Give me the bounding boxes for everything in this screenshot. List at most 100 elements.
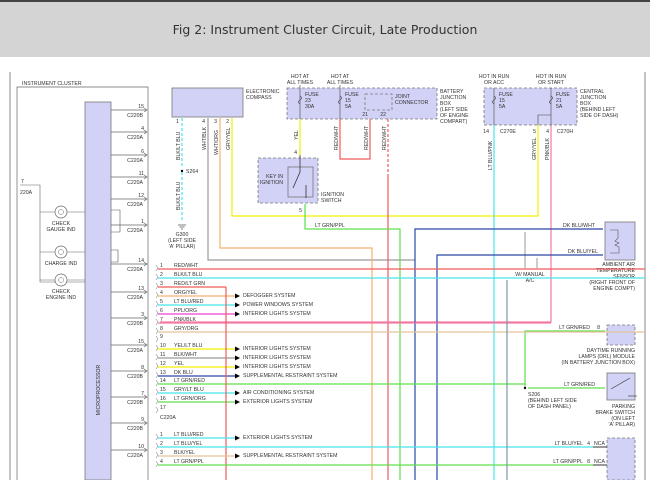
- joint-pin-number: 22: [380, 112, 386, 118]
- cluster-connector-label: C220A: [127, 453, 143, 459]
- cluster-connector-label: C220B: [127, 400, 143, 406]
- cluster-pin-number: 14: [138, 258, 144, 264]
- connector-cavity-icon: [155, 300, 159, 308]
- instrument-cluster-outline: [16, 86, 149, 480]
- connector-pin-number: 4: [160, 459, 163, 465]
- connector-cavity-icon: [155, 397, 159, 405]
- wire-label: LT BLU/YEL: [555, 441, 583, 447]
- ground-icon: [178, 224, 186, 230]
- central-pin-number: 4: [546, 129, 549, 135]
- joint-connector-label: CONNECTOR: [395, 100, 429, 106]
- nca-label: NCA: [594, 459, 605, 465]
- destination-label: INTERIOR LIGHTS SYSTEM: [243, 364, 311, 370]
- compass-pin-number: 2: [226, 119, 229, 125]
- arrow-icon: [235, 453, 240, 459]
- compass-pin-number: 1: [176, 119, 179, 125]
- electronic-compass-box: [171, 87, 244, 118]
- connector-cavity-icon: [155, 442, 159, 450]
- connector-cavity-icon: [155, 451, 159, 459]
- connector-cavity-icon: [155, 273, 159, 281]
- lamp-bus-wire: [20, 184, 85, 283]
- wire-label: LT GRN/PPL: [174, 459, 204, 465]
- cluster-connector-label: C220A: [127, 348, 143, 354]
- connector-pin-number: 2: [160, 272, 163, 278]
- ignition-switch-contact: [287, 166, 314, 198]
- connector-pin-number: 9: [160, 334, 163, 340]
- connector-cavity-icon: [155, 335, 159, 343]
- wire-label: LT GRN/RED: [174, 378, 205, 384]
- connector-cavity-icon: [155, 379, 159, 387]
- drl-module-label: (IN BATTERY JUNCTION BOX): [562, 360, 636, 366]
- cluster-connector-label: C220B: [127, 426, 143, 432]
- arrow-icon: [235, 390, 240, 396]
- cluster-pin-number: 15: [138, 339, 144, 345]
- manual-ac-note: A/C: [526, 278, 535, 284]
- lamp-label: CHARGE IND: [45, 261, 78, 267]
- destination-label: EXTERIOR LIGHTS SYSTEM: [243, 399, 312, 405]
- wire-label: YEL: [294, 130, 300, 140]
- central-connector-label: C270E: [500, 129, 516, 135]
- wire-label: LT BLU/RED: [174, 432, 204, 438]
- drl-pin-number: 8: [597, 325, 600, 331]
- wire-label: RED/WHT: [174, 263, 199, 269]
- ambient-air-temperature-sensor: [604, 221, 636, 261]
- wire-label: GRY/ORG: [174, 326, 198, 332]
- destination-label: AIR CONDITIONING SYSTEM: [243, 390, 314, 396]
- connector-pin-number: 17: [160, 405, 166, 411]
- connector-cavity-icon: [155, 388, 159, 396]
- fuse-amps: 5A: [345, 104, 352, 110]
- central-pin-number: 5: [533, 129, 536, 135]
- wire-label: DK BLU/YEL: [568, 249, 598, 255]
- cluster-pin-number: 8: [141, 365, 144, 371]
- cluster-pin-number: 6: [141, 149, 144, 155]
- compass-pin-number: 4: [202, 119, 205, 125]
- wiring-diagram: INSTRUMENT CLUSTERMICROPROCESSOR15C220B4…: [9, 72, 646, 480]
- connector-pin-number: 5: [160, 299, 163, 305]
- splice-s206-dot: [523, 386, 527, 390]
- wire-label: RED/WHT: [382, 125, 388, 150]
- microprocessor-label: MICROPROCESSOR: [96, 365, 102, 416]
- cluster-pin-number: 12: [138, 193, 144, 199]
- connector-cavity-icon: [155, 344, 159, 352]
- microprocessor-block: [84, 101, 112, 480]
- lamp-label: ENGINE IND: [46, 295, 77, 301]
- arrow-icon: [235, 293, 240, 299]
- cluster-pin-number: 3: [141, 312, 144, 318]
- drl-module-box: [606, 324, 636, 346]
- wire-label: LT BLU/RED: [174, 299, 204, 305]
- wire-label: YEL/LT BLU: [174, 343, 203, 349]
- connector-cavity-icon: [155, 282, 159, 290]
- side-pin-number: 7: [21, 179, 24, 185]
- wire-label: LT GRN/ORG: [174, 396, 206, 402]
- cluster-connector-label: C220A: [127, 267, 143, 273]
- wire-label: WHT/BLK: [202, 126, 208, 150]
- connector-pin-number: 1: [160, 432, 163, 438]
- wire-label: BLK/LT BLU: [176, 181, 182, 210]
- destination-label: POWER WINDOWS SYSTEM: [243, 302, 313, 308]
- fuse-amps: 5A: [499, 104, 506, 110]
- connector-pin-number: 3: [160, 281, 163, 287]
- connector-pin-number: 4: [160, 290, 163, 296]
- cluster-pin-number: 7: [141, 391, 144, 397]
- wire-lt-grn-ppl: [304, 204, 401, 480]
- wire-label: BLK/YEL: [174, 450, 195, 456]
- side-pin-connector: 220A: [20, 190, 33, 196]
- connector-pin-number: 12: [160, 361, 166, 367]
- cluster-pin-number: 13: [138, 286, 144, 292]
- compass-pin-number: 3: [214, 119, 217, 125]
- destination-label: INTERIOR LIGHTS SYSTEM: [243, 346, 311, 352]
- wire-label: RED/LT GRN: [174, 281, 205, 287]
- lamp-label: GAUGE IND: [46, 227, 75, 233]
- connector-cavity-icon: [155, 291, 159, 299]
- fuse-hot-label: OR ACC: [484, 80, 504, 86]
- indicator-lamp-icon: [54, 245, 68, 259]
- module-pin-number: 4: [587, 441, 590, 447]
- connector-cavity-icon: [155, 371, 159, 379]
- battery-junction-box-label: COMPART): [440, 119, 467, 125]
- ignition-pin-number: 5: [299, 208, 302, 214]
- wire-label: PPL/ORG: [174, 308, 197, 314]
- wire-label: LT GRN/RED: [559, 325, 590, 331]
- central-connector-label: C270H: [557, 129, 573, 135]
- compass-label: COMPASS: [246, 95, 272, 101]
- cluster-pin-number: 9: [141, 417, 144, 423]
